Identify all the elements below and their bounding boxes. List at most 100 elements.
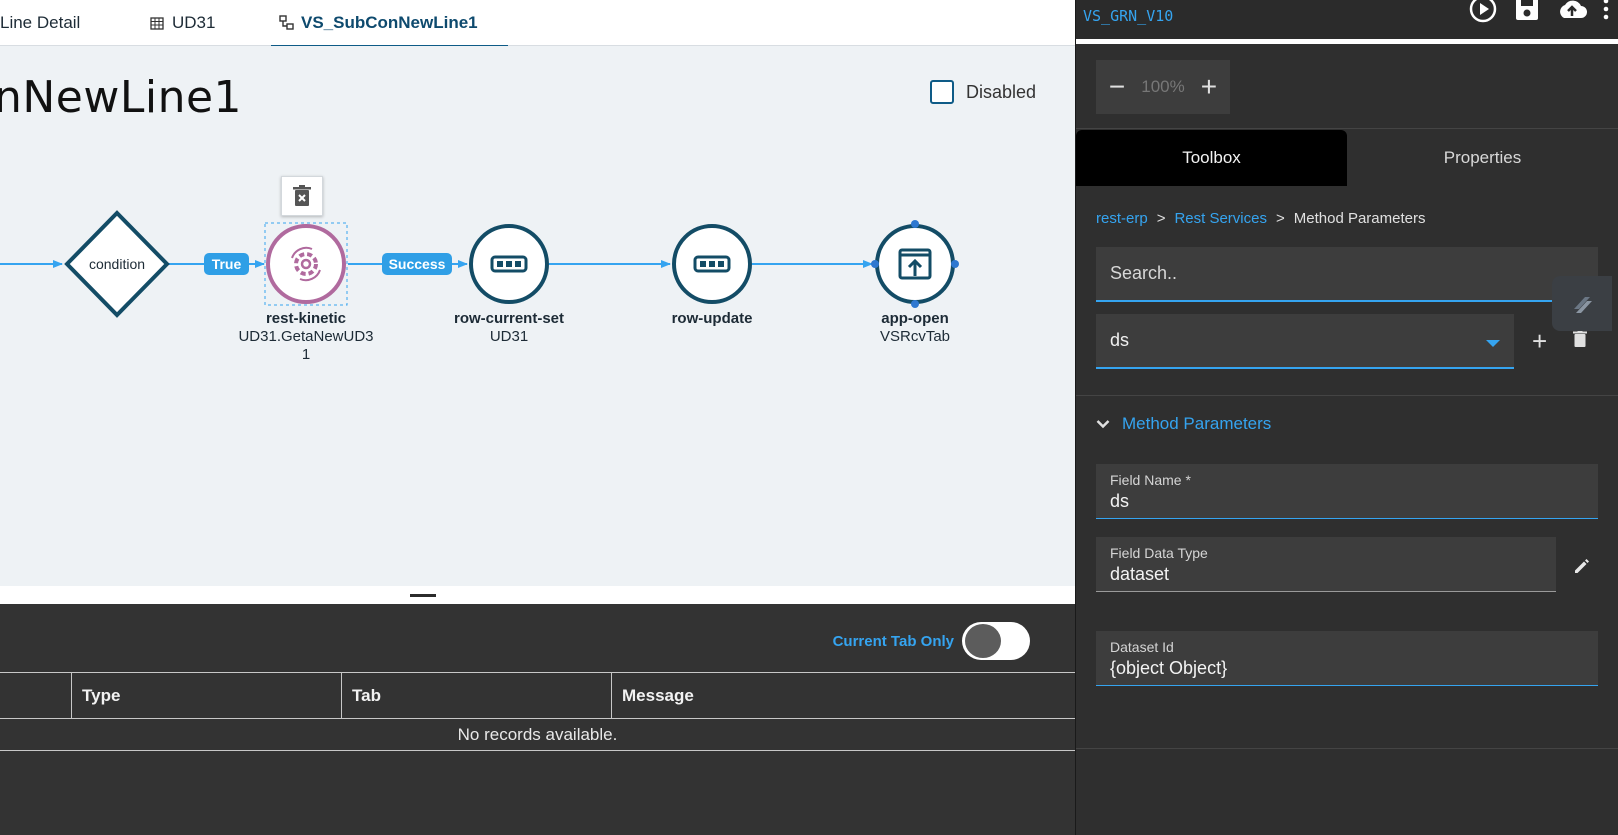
tab-vs-subconnewline1[interactable]: VS_SubConNewLine1 <box>271 0 508 47</box>
select-value: ds <box>1110 330 1130 350</box>
grid-header: Type Tab Message <box>0 673 1075 719</box>
method-parameters-section-toggle[interactable]: Method Parameters <box>1096 414 1271 434</box>
run-button[interactable] <box>1468 0 1498 24</box>
delete-parameter-button[interactable] <box>1572 330 1588 353</box>
breadcrumb-separator: > <box>1156 210 1166 227</box>
node-rest-kinetic <box>264 222 348 306</box>
zoom-level: 100% <box>1141 77 1185 96</box>
node-label-row-current-set: row-current-set UD31 <box>439 310 579 346</box>
tab-toolbox[interactable]: Toolbox <box>1076 130 1347 186</box>
node-label-app-open: app-open VSRcvTab <box>855 310 975 346</box>
pane-splitter[interactable] <box>0 586 1075 604</box>
svg-text:condition: condition <box>89 256 145 272</box>
field-label: Dataset Id <box>1110 639 1174 655</box>
field-name-input[interactable]: Field Name * ds <box>1096 464 1598 519</box>
tab-label: VS_SubConNewLine1 <box>301 13 478 32</box>
trash-icon <box>293 185 311 206</box>
table-icon <box>150 15 166 31</box>
section-title: Method Parameters <box>1122 414 1272 433</box>
svg-text:Success: Success <box>389 256 446 272</box>
node-label-row-update: row-update <box>652 310 772 328</box>
document-tab-bar: Line Detail UD31 VS_SubConNewLine1 <box>0 0 1075 47</box>
edge-label-success: Success <box>382 253 452 275</box>
node-title: rest-kinetic <box>265 310 347 327</box>
parameter-select[interactable]: ds <box>1096 314 1514 369</box>
tab-line-detail[interactable]: Line Detail <box>0 0 80 46</box>
save-button[interactable] <box>1512 0 1542 24</box>
divider <box>1076 748 1618 749</box>
save-icon <box>1516 0 1538 20</box>
delete-node-button[interactable] <box>281 176 323 216</box>
resize-handle[interactable] <box>410 594 436 597</box>
field-value[interactable]: {object Object} <box>1110 658 1584 679</box>
column-header-tab[interactable]: Tab <box>341 673 611 719</box>
tab-ud31[interactable]: UD31 <box>150 0 215 46</box>
column-header-message[interactable]: Message <box>611 673 1075 719</box>
zoom-in-button[interactable]: + <box>1196 73 1222 101</box>
breadcrumb: rest-erp > Rest Services > Method Parame… <box>1096 210 1425 227</box>
svg-text:True: True <box>212 256 242 272</box>
node-condition: condition <box>64 210 170 318</box>
messages-panel: Current Tab Only Type Tab Message No rec… <box>0 604 1075 835</box>
wand-icon <box>1574 296 1592 313</box>
floating-tool-badge[interactable] <box>1552 276 1612 331</box>
toggle-label: Current Tab Only <box>832 632 954 650</box>
workflow-icon <box>279 15 295 31</box>
current-tab-only-toggle-group[interactable]: Current Tab Only <box>833 622 1030 660</box>
edit-data-type-button[interactable] <box>1572 556 1592 581</box>
trash-icon <box>1573 330 1587 347</box>
zoom-out-button[interactable]: − <box>1104 73 1130 101</box>
more-menu-button[interactable] <box>1602 0 1610 24</box>
grid-empty-message: No records available. <box>0 719 1075 751</box>
node-subtitle-2: 1 <box>301 346 311 363</box>
field-value[interactable]: ds <box>1110 491 1584 512</box>
divider <box>1076 128 1618 129</box>
node-title: app-open <box>881 310 949 327</box>
caret-down-icon <box>1486 340 1500 347</box>
field-data-type: Field Data Type dataset <box>1096 537 1556 592</box>
dataset-id-input[interactable]: Dataset Id {object Object} <box>1096 631 1598 686</box>
tab-properties[interactable]: Properties <box>1347 130 1618 186</box>
node-app-open <box>871 220 959 308</box>
node-title: row-update <box>671 310 753 327</box>
edge-label-true: True <box>204 253 249 275</box>
side-panel-tabs: Toolbox Properties <box>1076 130 1618 186</box>
more-vertical-icon <box>1603 0 1609 20</box>
column-header-type[interactable]: Type <box>71 673 341 719</box>
play-icon <box>1469 0 1497 23</box>
header-actions <box>1468 0 1610 24</box>
header-underline <box>1076 39 1618 44</box>
node-row-update <box>672 224 752 304</box>
current-tab-only-toggle[interactable] <box>962 622 1030 660</box>
field-label: Field Data Type <box>1110 545 1208 561</box>
pencil-icon <box>1575 559 1589 573</box>
add-parameter-button[interactable]: + <box>1532 326 1547 357</box>
divider <box>1076 395 1618 396</box>
app-root: Line Detail UD31 VS_SubConNewLine1 nNewL… <box>0 0 1618 835</box>
breadcrumb-separator: > <box>1275 210 1285 227</box>
chevron-down-icon <box>1096 420 1110 429</box>
side-panel-header: VS_GRN_V10 <box>1076 0 1618 39</box>
messages-grid: Type Tab Message No records available. <box>0 672 1075 751</box>
toggle-knob <box>965 624 1001 658</box>
tab-label: UD31 <box>172 13 216 32</box>
column-header-blank[interactable] <box>0 673 71 719</box>
upload-button[interactable] <box>1556 0 1588 24</box>
zoom-control: − 100% + <box>1096 60 1230 114</box>
cloud-upload-icon <box>1560 0 1587 19</box>
search-input[interactable] <box>1096 247 1598 302</box>
workflow-canvas[interactable]: nNewLine1 Disabled True Success conditio… <box>0 46 1075 586</box>
node-subtitle: VSRcvTab <box>879 328 951 345</box>
breadcrumb-current: Method Parameters <box>1293 210 1426 227</box>
field-label: Field Name * <box>1110 472 1191 488</box>
breadcrumb-rest-services[interactable]: Rest Services <box>1174 210 1267 227</box>
node-title: row-current-set <box>453 310 565 327</box>
workflow-name: VS_GRN_V10 <box>1083 7 1174 25</box>
node-subtitle: UD31 <box>489 328 529 345</box>
tab-label: Line Detail <box>0 13 81 32</box>
node-row-current-set <box>469 224 549 304</box>
node-label-rest-kinetic: rest-kinetic UD31.GetaNewUD3 1 <box>236 310 376 364</box>
node-subtitle: UD31.GetaNewUD3 <box>238 328 374 345</box>
breadcrumb-rest-erp[interactable]: rest-erp <box>1096 210 1148 227</box>
field-value: dataset <box>1110 564 1170 584</box>
